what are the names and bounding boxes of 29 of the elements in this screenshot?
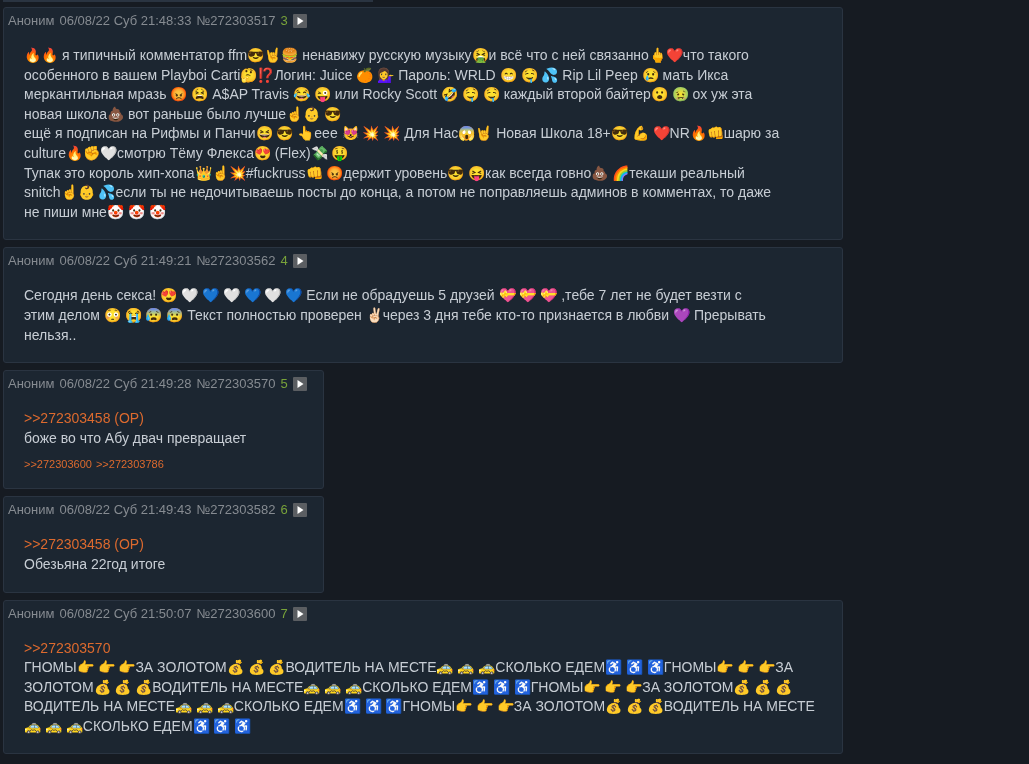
post-text: 🔥🔥 я типичный комментатор ffm😎🤘🍔 ненавижу русскую музыку🤮и всё что с ней связанно🖕❤что такого особенного в вашем Playboi Carti🤔⁉Логин: Juice 🍊 💁‍♀ Пароль: WRLD 😁 🤤 💦 Rip Lil Peep 😢 мать Икса меркантильная мразь 😡 😫 A$AP Travis 😂 😜 или Rocky Scott 🤣 🤤 🤤 каждый второй байтер😮 🤢 ох уж эта новая школа💩 вот раньше было лучше☝👶 😎 ещё я подписан на Рифмы и Панчи😆 😎 👆eee 😻 💥 💥 Для Нас😱🤘 Новая Школа 18+😎 💪 ❤NR🔥👊шарю за culture🔥✊🤍смотрю Тёму Флекса😍 (Flex)💸 🤑 Тупак это король хип-хопа👑☝💥#fuckruss👊 😡держит уровень😎 😝как всегда говно💩 🌈текаши реальный snitch☝👶 💦если ты не недочитываешь посты до конца, а потом не поправляешь админов в комментах, то даже не пиши мне🤡 🤡 🤡 <box>24 46 780 222</box>
post-number-link[interactable]: №272303570 <box>196 374 276 395</box>
post-number-link[interactable]: №272303562 <box>196 251 276 272</box>
post-number-link[interactable]: №272303582 <box>196 500 276 521</box>
author-name: Аноним <box>8 252 55 271</box>
post-index: 7 <box>280 604 288 623</box>
post-index: 4 <box>280 252 288 271</box>
reply-link[interactable]: >>272303600 <box>24 457 92 472</box>
post-date: 06/08/22 Суб 21:49:43 <box>59 501 192 520</box>
post-index: 3 <box>280 12 288 30</box>
post-date: 06/08/22 Суб 21:50:07 <box>59 604 192 623</box>
post-date: 06/08/22 Суб 21:49:21 <box>59 252 192 271</box>
reply-link[interactable]: >>272303458 (OP) <box>24 535 144 555</box>
post-date: 06/08/22 Суб 21:49:28 <box>59 375 192 394</box>
post-text: Обезьяна 22год итоге <box>24 554 166 574</box>
post-number-link[interactable]: №272303600 <box>196 603 276 624</box>
post-index: 5 <box>280 375 288 394</box>
reply-link[interactable]: >>272303570 <box>24 638 111 659</box>
post-date: 06/08/22 Суб 21:48:33 <box>59 12 192 30</box>
post-text: боже во что Абу двач превращает <box>24 428 247 448</box>
reply-link[interactable]: >>272303458 (OP) <box>24 409 144 429</box>
author-name: Аноним <box>8 501 55 520</box>
post-index: 6 <box>280 501 288 520</box>
post-text: ГНОМЫ👉 👉 👉ЗА ЗОЛОТОМ💰 💰 💰ВОДИТЕЛЬ НА МЕСТЕ🚕 🚕 🚕СКОЛЬКО ЕДЕМ♿ ♿ ♿ГНОМЫ👉 👉 👉ЗА ЗОЛОТОМ💰 💰 💰ВОДИТЕЛЬ НА МЕСТЕ🚕 🚕 🚕СКОЛЬКО ЕДЕМ♿ ♿ ♿ГНОМЫ👉 👉 👉ЗА ЗОЛОТОМ💰 💰 💰 ВОДИТЕЛЬ НА МЕСТЕ🚕 🚕 🚕СКОЛЬКО ЕДЕМ♿ ♿ ♿ГНОМЫ👉 👉 👉ЗА ЗОЛОТОМ💰 💰 💰ВОДИТЕЛЬ НА МЕСТЕ 🚕 🚕 🚕СКОЛЬКО ЕДЕМ♿ ♿ ♿ <box>24 658 815 736</box>
author-name: Аноним <box>8 604 55 623</box>
reply-link[interactable]: >>272303786 <box>95 457 164 472</box>
author-name: Аноним <box>8 375 55 394</box>
post-number-link[interactable]: №272303517 <box>196 11 276 31</box>
author-name: Аноним <box>8 12 55 30</box>
